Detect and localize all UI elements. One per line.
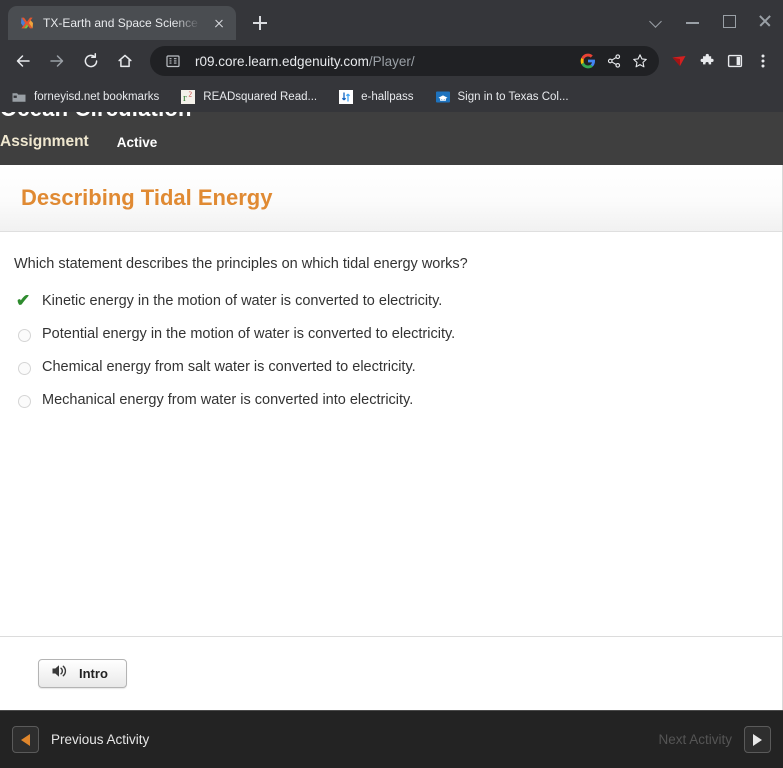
extension-icons bbox=[665, 47, 777, 75]
browser-toolbar: r09.core.learn.edgenuity.com/Player/ bbox=[0, 40, 783, 82]
intro-audio-button[interactable]: Intro bbox=[38, 659, 127, 688]
forward-arrow-icon[interactable] bbox=[42, 46, 72, 76]
folder-icon bbox=[11, 89, 27, 105]
answer-option-label: Kinetic energy in the motion of water is… bbox=[42, 293, 443, 309]
next-activity-button[interactable]: Next Activity bbox=[658, 726, 771, 753]
status-active: Active bbox=[116, 134, 158, 150]
url-path: /Player/ bbox=[368, 53, 415, 69]
back-arrow-icon[interactable] bbox=[8, 46, 38, 76]
red-diamond-extension-icon[interactable] bbox=[665, 47, 693, 75]
window-close-icon[interactable] bbox=[747, 4, 783, 36]
texas-colleges-icon bbox=[435, 89, 451, 105]
previous-activity-label: Previous Activity bbox=[51, 732, 150, 747]
url-domain: r09.core.learn.edgenuity.com bbox=[195, 53, 369, 69]
address-bar[interactable]: r09.core.learn.edgenuity.com/Player/ bbox=[150, 46, 659, 76]
bookmark-label: forneyisd.net bookmarks bbox=[34, 91, 160, 103]
tab-search-chevron-down-icon[interactable] bbox=[639, 4, 675, 36]
page-title: Describing Tidal Energy bbox=[21, 185, 273, 210]
bookmark-item[interactable]: r 2 READsquared Read... bbox=[180, 86, 325, 108]
maximize-icon[interactable] bbox=[711, 4, 747, 36]
tab-close-icon[interactable] bbox=[210, 14, 228, 32]
question-text: Which statement describes the principles… bbox=[14, 256, 468, 272]
browser-chrome: TX-Earth and Space Science B - I bbox=[0, 0, 783, 112]
lesson-card: Describing Tidal Energy Which statement … bbox=[0, 165, 783, 710]
three-dot-menu-icon[interactable] bbox=[749, 47, 777, 75]
new-tab-icon[interactable] bbox=[246, 9, 274, 37]
tab-assignment[interactable]: Assignment bbox=[0, 133, 89, 151]
window-controls bbox=[639, 0, 783, 40]
answer-option-4[interactable]: Mechanical energy from water is converte… bbox=[14, 391, 768, 424]
lesson-footer: Intro bbox=[0, 636, 782, 710]
bookmark-label: Sign in to Texas Col... bbox=[457, 91, 569, 103]
bookmark-label: READsquared Read... bbox=[203, 91, 318, 103]
previous-activity-button[interactable]: Previous Activity bbox=[12, 726, 149, 753]
google-icon[interactable] bbox=[575, 48, 601, 74]
radio-unselected-icon[interactable] bbox=[14, 358, 42, 378]
side-panel-icon[interactable] bbox=[721, 47, 749, 75]
lesson-title-bar: Describing Tidal Energy bbox=[0, 165, 782, 232]
answer-option-label: Chemical energy from salt water is conve… bbox=[42, 359, 416, 375]
question-area: Which statement describes the principles… bbox=[0, 232, 782, 636]
radio-unselected-icon[interactable] bbox=[14, 391, 42, 411]
readsquared-icon: r 2 bbox=[180, 89, 196, 105]
triangle-left-icon bbox=[12, 726, 39, 753]
home-icon[interactable] bbox=[110, 46, 140, 76]
reload-icon[interactable] bbox=[76, 46, 106, 76]
answer-option-2[interactable]: Potential energy in the motion of water … bbox=[14, 325, 768, 358]
speaker-icon bbox=[51, 663, 69, 684]
e-hallpass-icon bbox=[338, 89, 354, 105]
minimize-icon[interactable] bbox=[675, 4, 711, 36]
bookmark-label: e-hallpass bbox=[361, 91, 414, 103]
url-text: r09.core.learn.edgenuity.com/Player/ bbox=[195, 54, 575, 69]
puzzle-extensions-icon[interactable] bbox=[693, 47, 721, 75]
triangle-right-icon bbox=[744, 726, 771, 753]
bookmark-item[interactable]: e-hallpass bbox=[338, 86, 421, 108]
svg-text:2: 2 bbox=[189, 91, 193, 99]
radio-unselected-icon[interactable] bbox=[14, 325, 42, 345]
share-icon[interactable] bbox=[601, 48, 627, 74]
site-info-icon[interactable] bbox=[160, 48, 186, 74]
answer-option-label: Mechanical energy from water is converte… bbox=[42, 392, 414, 408]
bookmarks-bar: forneyisd.net bookmarks r 2 READsquared … bbox=[0, 82, 783, 112]
browser-tab[interactable]: TX-Earth and Space Science B - I bbox=[8, 6, 236, 40]
tab-strip: TX-Earth and Space Science B - I bbox=[0, 0, 783, 40]
edgenuity-x-logo-icon bbox=[19, 15, 35, 31]
bookmark-star-icon[interactable] bbox=[627, 48, 653, 74]
answer-option-label: Potential energy in the motion of water … bbox=[42, 326, 456, 342]
player-header-tabs: Assignment Active bbox=[0, 133, 157, 151]
answer-option-3[interactable]: Chemical energy from salt water is conve… bbox=[14, 358, 768, 391]
bookmark-item[interactable]: forneyisd.net bookmarks bbox=[11, 86, 167, 108]
next-activity-label: Next Activity bbox=[658, 732, 732, 747]
bookmark-item[interactable]: Sign in to Texas Col... bbox=[435, 86, 577, 108]
green-check-icon: ✔ bbox=[14, 292, 42, 312]
tab-title: TX-Earth and Space Science B - I bbox=[43, 16, 202, 30]
intro-audio-label: Intro bbox=[79, 666, 108, 681]
course-title: Ocean Circulation bbox=[0, 112, 192, 122]
answer-options: ✔ Kinetic energy in the motion of water … bbox=[14, 292, 768, 424]
answer-option-1[interactable]: ✔ Kinetic energy in the motion of water … bbox=[14, 292, 768, 325]
svg-text:r: r bbox=[183, 92, 187, 104]
activity-navigation-bar: Previous Activity Next Activity bbox=[0, 710, 783, 768]
edgenuity-player: Ocean Circulation Assignment Active Desc… bbox=[0, 112, 783, 768]
player-header: Ocean Circulation Assignment Active bbox=[0, 112, 783, 165]
check-glyph: ✔ bbox=[16, 291, 31, 310]
